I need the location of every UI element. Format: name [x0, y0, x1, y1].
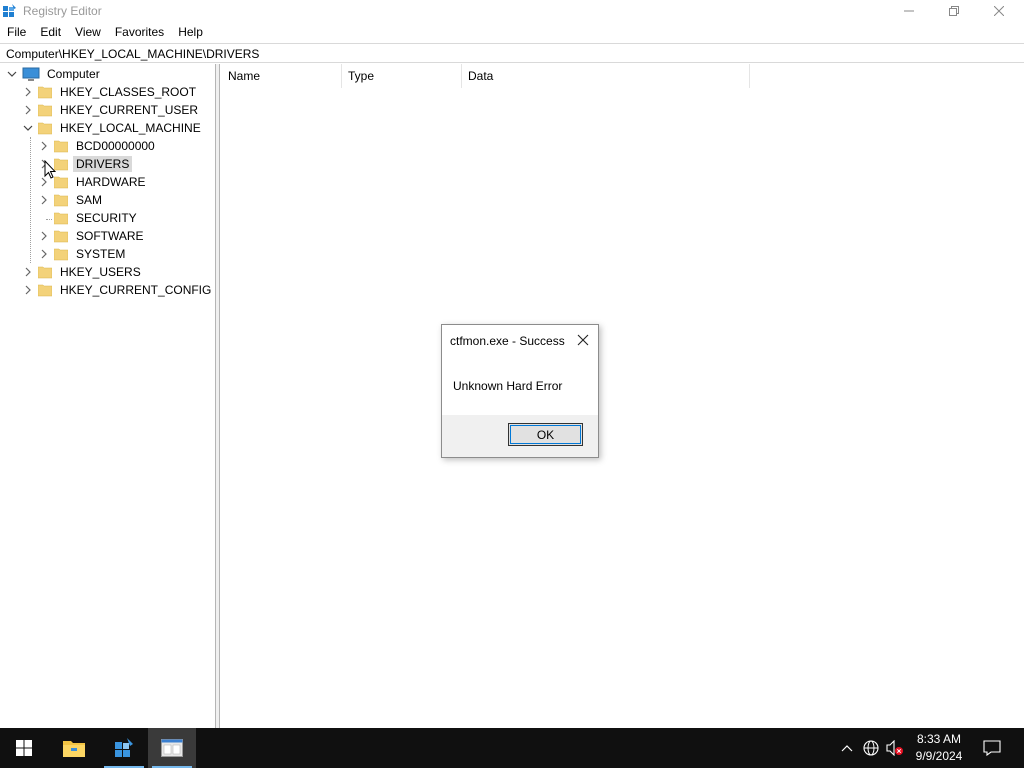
folder-icon: [38, 122, 52, 135]
tree-label: BCD00000000: [76, 139, 155, 153]
taskbar-registry-editor[interactable]: [100, 728, 148, 768]
file-explorer-icon: [63, 741, 85, 757]
menu-help[interactable]: Help: [178, 25, 203, 39]
start-icon: [16, 740, 32, 756]
tree-item-hkey-local-machine[interactable]: HKEY_LOCAL_MACHINE: [22, 119, 204, 137]
menu-file[interactable]: File: [7, 25, 26, 39]
folder-icon: [54, 158, 68, 171]
volume-button[interactable]: [883, 728, 907, 768]
message-dialog: ctfmon.exe - Success Unknown Hard Error …: [441, 324, 599, 458]
start-button[interactable]: [0, 728, 48, 768]
menu-favorites[interactable]: Favorites: [115, 25, 164, 39]
tree-label: HKEY_CURRENT_CONFIG: [60, 283, 212, 297]
menu-view[interactable]: View: [75, 25, 101, 39]
restore-icon: [949, 6, 959, 16]
chevron-right-icon[interactable]: [38, 140, 50, 152]
tree-label: SECURITY: [76, 211, 137, 225]
dialog-message: Unknown Hard Error: [453, 379, 563, 393]
tree-label: HKEY_CLASSES_ROOT: [60, 85, 197, 99]
chevron-down-icon[interactable]: [22, 122, 34, 134]
folder-icon: [38, 86, 52, 99]
computer-icon: [22, 67, 40, 81]
chevron-right-icon[interactable]: [38, 248, 50, 260]
taskbar-file-explorer[interactable]: [50, 728, 98, 768]
chevron-right-icon[interactable]: [22, 284, 34, 296]
volume-muted-icon: [886, 740, 903, 756]
tree-item-sam[interactable]: SAM: [38, 191, 105, 209]
menu-bar: File Edit View Favorites Help: [0, 22, 1024, 42]
column-header-name[interactable]: Name: [221, 64, 342, 88]
chevron-right-icon[interactable]: [22, 86, 34, 98]
tree-connector-line: [30, 137, 31, 263]
tree-label: HKEY_USERS: [60, 265, 141, 279]
title-bar: Registry Editor: [0, 0, 1024, 22]
tree-label: SOFTWARE: [76, 229, 144, 243]
action-center-icon: [983, 740, 1001, 756]
tree-label: HARDWARE: [76, 175, 146, 189]
chevron-up-icon: [841, 745, 853, 752]
chevron-right-icon[interactable]: [22, 104, 34, 116]
dialog-footer: OK: [442, 415, 598, 457]
network-icon: [863, 740, 879, 756]
tree-label: HKEY_CURRENT_USER: [60, 103, 199, 117]
address-bar[interactable]: Computer\HKEY_LOCAL_MACHINE\DRIVERS: [0, 43, 1024, 63]
values-list-pane[interactable]: Name Type Data: [221, 64, 1024, 728]
tree-item-software[interactable]: SOFTWARE: [38, 227, 147, 245]
folder-icon: [54, 176, 68, 189]
tree-item-system[interactable]: SYSTEM: [38, 245, 128, 263]
close-button[interactable]: [976, 0, 1022, 22]
action-center-button[interactable]: [980, 728, 1004, 768]
folder-icon: [54, 212, 68, 225]
chevron-right-icon[interactable]: [22, 266, 34, 278]
column-header-data[interactable]: Data: [461, 64, 750, 88]
minimize-button[interactable]: [886, 0, 932, 22]
clock-date: 9/9/2024: [915, 749, 963, 763]
folder-icon: [38, 284, 52, 297]
tree-label: SAM: [76, 193, 103, 207]
tree-item-hkey-current-user[interactable]: HKEY_CURRENT_USER: [22, 101, 201, 119]
dialog-title: ctfmon.exe - Success: [450, 334, 565, 348]
address-path: Computer\HKEY_LOCAL_MACHINE\DRIVERS: [6, 47, 260, 61]
console-window-icon: [161, 739, 183, 757]
folder-icon: [38, 104, 52, 117]
clock-time: 8:33 AM: [916, 732, 962, 746]
tree-label: HKEY_LOCAL_MACHINE: [60, 121, 201, 135]
regedit-icon: [115, 738, 133, 757]
restore-button[interactable]: [931, 0, 977, 22]
tree-item-hkey-users[interactable]: HKEY_USERS: [22, 263, 144, 281]
chevron-down-icon[interactable]: [6, 68, 18, 80]
tree-label: Computer: [47, 67, 100, 81]
taskbar-clock[interactable]: 8:33 AM 9/9/2024: [906, 731, 972, 765]
taskbar-console-window[interactable]: [148, 728, 196, 768]
taskbar: 8:33 AM 9/9/2024: [0, 728, 1024, 768]
folder-icon: [54, 230, 68, 243]
menu-edit[interactable]: Edit: [40, 25, 61, 39]
folder-icon: [54, 194, 68, 207]
show-hidden-icons-button[interactable]: [835, 728, 859, 768]
folder-icon: [38, 266, 52, 279]
regedit-icon: [3, 4, 16, 17]
tree-item-hkey-classes-root[interactable]: HKEY_CLASSES_ROOT: [22, 83, 199, 101]
folder-icon: [54, 248, 68, 261]
window-title: Registry Editor: [23, 4, 102, 18]
tree-item-bcd00000000[interactable]: BCD00000000: [38, 137, 158, 155]
network-button[interactable]: [859, 728, 883, 768]
tree-item-hkey-current-config[interactable]: HKEY_CURRENT_CONFIG: [22, 281, 214, 299]
column-header-type[interactable]: Type: [341, 64, 462, 88]
pane-splitter[interactable]: [216, 64, 220, 728]
chevron-right-icon[interactable]: [38, 194, 50, 206]
tree-item-security[interactable]: SECURITY: [38, 209, 140, 227]
tree-item-computer[interactable]: Computer: [6, 65, 103, 83]
close-icon: [994, 6, 1004, 16]
minimize-icon: [904, 10, 914, 12]
folder-icon: [54, 140, 68, 153]
tree-label: DRIVERS: [73, 156, 133, 172]
ok-button[interactable]: OK: [508, 423, 583, 446]
chevron-right-icon[interactable]: [38, 230, 50, 242]
close-icon[interactable]: [576, 333, 590, 347]
mouse-cursor-icon: [44, 160, 56, 179]
tree-label: SYSTEM: [76, 247, 126, 261]
